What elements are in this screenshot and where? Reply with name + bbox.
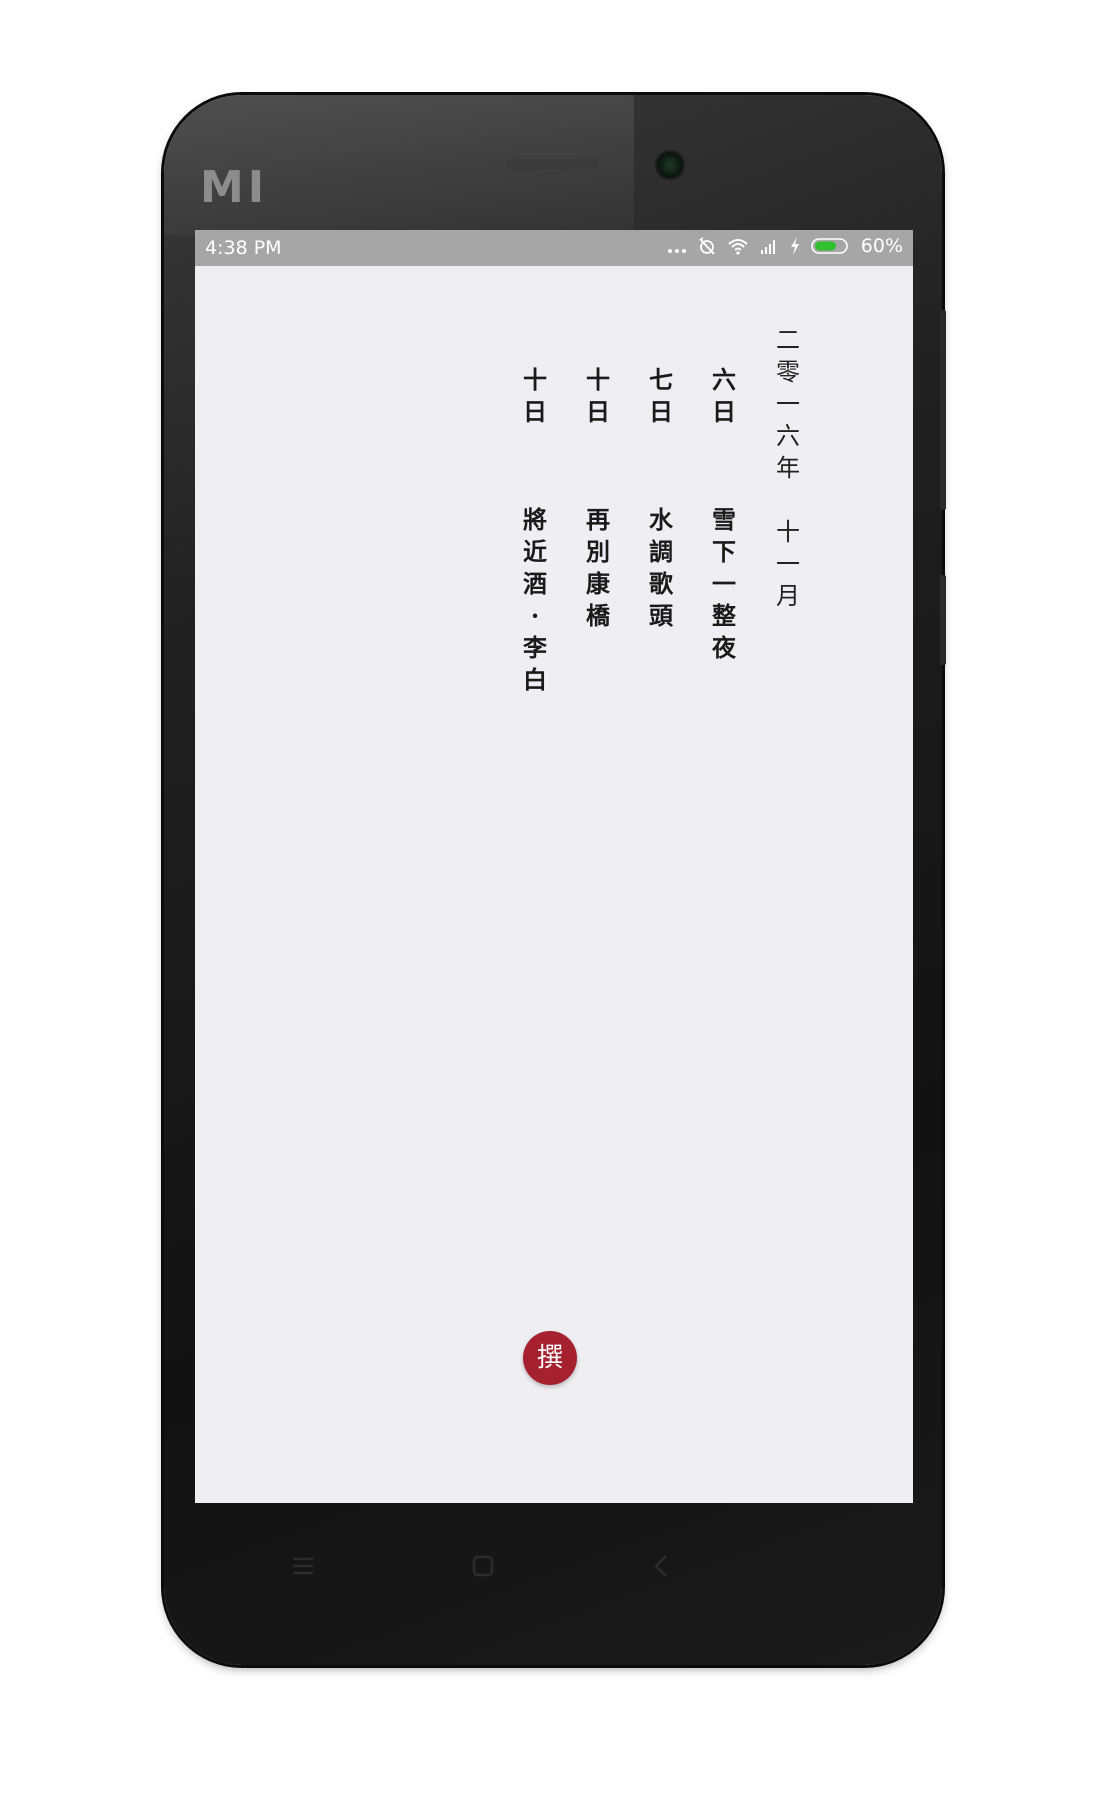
front-camera [657, 152, 683, 178]
entry-title-char: 康 [586, 569, 610, 598]
entry-title-char: 歌 [649, 569, 673, 598]
entry-title[interactable]: 再 別 康 橋 [581, 504, 615, 632]
device-frame: MI 4:38 PM 60% 二 零 一 六 年 十 一 月 六 日 雪 下 一… [0, 0, 1100, 1800]
month-char: 月 [776, 582, 800, 610]
back-icon[interactable] [647, 1551, 677, 1581]
entry-title[interactable]: 雪 下 一 整 夜 [707, 504, 741, 664]
status-bar: 4:38 PM 60% [195, 230, 913, 266]
entry-title-char: 白 [523, 665, 547, 694]
entry-title-char: 別 [586, 537, 610, 566]
entry-title-char: 一 [712, 569, 736, 598]
status-time: 4:38 PM [205, 237, 282, 259]
year-char: 年 [776, 454, 800, 482]
screen: 4:38 PM 60% 二 零 一 六 年 十 一 月 六 日 雪 下 一 整 … [195, 230, 913, 1503]
year-char: 零 [776, 358, 800, 386]
nav-bar [164, 1503, 942, 1623]
entry-title-char: 再 [586, 505, 610, 534]
entry-title-char: 整 [712, 601, 736, 630]
entry-title-char: 夜 [712, 633, 736, 662]
entry-day[interactable]: 十 日 [518, 364, 552, 428]
month-char: 一 [776, 550, 800, 578]
home-icon[interactable] [468, 1551, 498, 1581]
entry-title-char: 水 [649, 505, 673, 534]
more-dots-icon [667, 249, 686, 253]
alarm-off-icon [699, 237, 715, 255]
menu-icon[interactable] [288, 1551, 318, 1581]
entry-day[interactable]: 六 日 [707, 364, 741, 428]
phone-body: MI 4:38 PM 60% 二 零 一 六 年 十 一 月 六 日 雪 下 一… [164, 95, 946, 1665]
charging-icon [790, 237, 799, 255]
entry-day-char: 十 [523, 365, 547, 394]
entry-day-char: 十 [586, 365, 610, 394]
entry-day-char: 六 [712, 365, 736, 394]
entry-title-char: 橋 [586, 601, 610, 630]
earpiece-speaker [506, 159, 598, 170]
compose-button[interactable]: 撰 [523, 1331, 577, 1385]
date-header-column: 二 零 一 六 年 十 一 月 [771, 324, 805, 612]
entry-day[interactable]: 七 日 [644, 364, 678, 428]
entry-day-char: 日 [712, 397, 736, 426]
entry-day[interactable]: 十 日 [581, 364, 615, 428]
year-char: 六 [776, 422, 800, 450]
entry-day-char: 七 [649, 365, 673, 394]
power-button [940, 310, 946, 510]
entry-title-char: 頭 [649, 601, 673, 630]
entry-day-char: 日 [649, 397, 673, 426]
month-char: 十 [776, 518, 800, 546]
entry-title-char: 雪 [712, 505, 736, 534]
status-icons: 60% [667, 235, 903, 257]
entry-title-char: 將 [523, 505, 547, 534]
battery-percent: 60% [860, 235, 903, 257]
entry-day-char: 日 [586, 397, 610, 426]
year-char: 二 [776, 326, 800, 354]
entry-title-char: 酒 [523, 569, 547, 598]
entry-title[interactable]: 將 近 酒 · 李 白 [518, 504, 552, 696]
volume-button [940, 575, 946, 665]
entry-title-char: 調 [649, 537, 673, 566]
entry-day-char: 日 [523, 397, 547, 426]
signal-icon [760, 240, 775, 254]
year-char: 一 [776, 390, 800, 418]
brand-logo: MI [200, 162, 269, 213]
wifi-icon [728, 239, 748, 255]
entry-title-char: 李 [523, 633, 547, 662]
entry-title-char: 近 [523, 537, 547, 566]
entry-title-char: · [530, 601, 540, 630]
battery-icon [810, 238, 848, 254]
entry-title[interactable]: 水 調 歌 頭 [644, 504, 678, 632]
entry-title-char: 下 [712, 537, 736, 566]
journal-page: 二 零 一 六 年 十 一 月 六 日 雪 下 一 整 夜 七 日 水 調 歌 … [195, 266, 913, 1503]
